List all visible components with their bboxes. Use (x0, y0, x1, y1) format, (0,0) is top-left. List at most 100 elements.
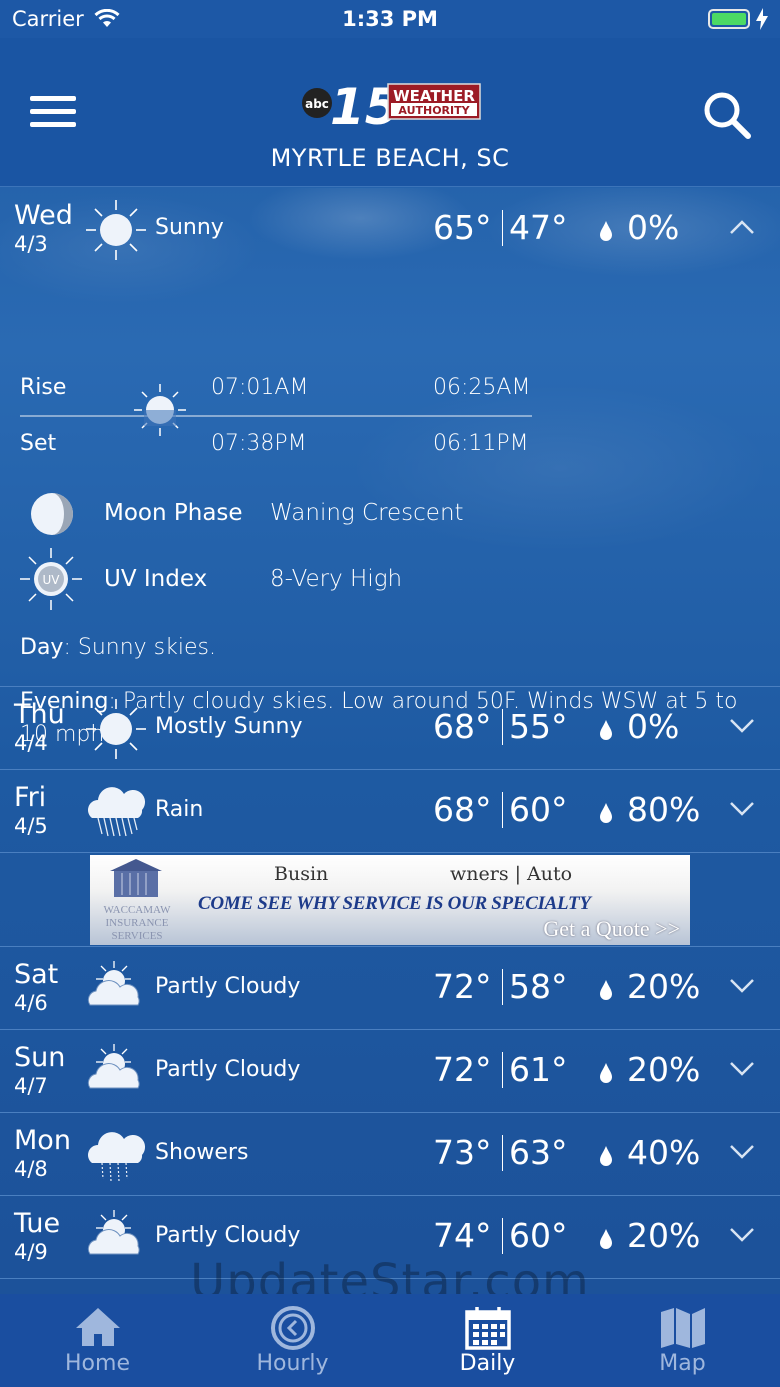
temperature-range: 68° 55° (433, 707, 568, 746)
search-icon[interactable] (702, 90, 752, 140)
abc15-weather-authority-logo: abc 15 WEATHER AUTHORITY (302, 78, 481, 130)
day-date: 4/9 (14, 1240, 48, 1264)
tab-label: Home (65, 1351, 130, 1376)
forecast-row[interactable]: Tue 4/9 Partly Cloudy 74° 60° 20% (0, 1196, 780, 1279)
precipitation-drop-icon (600, 803, 612, 823)
day-date: 4/6 (14, 991, 48, 1015)
ad-get-quote: Get a Quote >> (543, 916, 680, 941)
day-date: 4/3 (14, 232, 48, 256)
tab-label: Map (659, 1351, 706, 1376)
high-temp: 72° (433, 1050, 492, 1089)
charging-icon (756, 8, 768, 30)
condition-label: Partly Cloudy (155, 974, 301, 999)
moon-phase-label: Moon Phase (104, 500, 243, 526)
moon-phase-icon (31, 493, 73, 535)
high-temp: 68° (433, 707, 492, 746)
uv-index-label: UV Index (104, 566, 208, 592)
low-temp: 60° (509, 790, 568, 829)
low-temp: 63° (509, 1133, 568, 1172)
day-date: 4/5 (14, 814, 48, 838)
partly-cloudy-icon (87, 1044, 140, 1089)
ad-top-text-right: wners | Auto (450, 863, 573, 885)
day-date: 4/4 (14, 731, 48, 755)
sun-icon (86, 200, 146, 260)
tab-home[interactable]: Home (0, 1294, 195, 1387)
precipitation-drop-icon (600, 1229, 612, 1249)
precip-percent: 20% (627, 1216, 701, 1255)
insurance-logo-line2: INSURANCE (106, 917, 169, 929)
high-temp: 65° (433, 208, 492, 247)
rise-set-divider (20, 415, 532, 417)
location-title: MYRTLE BEACH, SC (270, 144, 510, 172)
app-header: abc 15 WEATHER AUTHORITY MYRTLE BEACH, S… (0, 38, 780, 187)
wifi-icon (94, 9, 120, 27)
forecast-row[interactable]: Sat 4/6 Partly Cloudy 72° 58° 20% (0, 947, 780, 1030)
moon-phase-value: Waning Crescent (270, 500, 464, 526)
status-time: 1:33 PM (342, 7, 438, 31)
forecast-row[interactable]: Sun 4/7 Partly Cloudy 72° 61° 20% (0, 1030, 780, 1113)
low-temp: 58° (509, 967, 568, 1006)
day-name: Thu (14, 699, 65, 730)
chevron-up-icon[interactable] (728, 218, 756, 236)
condition-label: Partly Cloudy (155, 1223, 301, 1248)
day-name: Wed (14, 200, 73, 231)
moonset-time: 06:11PM (433, 431, 529, 456)
precip-percent: 20% (627, 1050, 701, 1089)
tab-label: Hourly (256, 1351, 329, 1376)
sunrise-time: 07:01AM (211, 375, 309, 400)
insurance-logo-line3: SERVICES (111, 930, 162, 941)
status-bar: Carrier 1:33 PM (0, 0, 780, 38)
forecast-row-expanded[interactable]: Wed 4/3 Sunny 65° 47° 0% (0, 188, 780, 270)
logo-brand-line2: AUTHORITY (398, 104, 470, 117)
precipitation-drop-icon (600, 1146, 612, 1166)
forecast-row[interactable]: Mon 4/8 Showers 73° 63° 40% (0, 1113, 780, 1196)
ad-top-text-left: Busin (274, 863, 329, 885)
day-detail-panel: Rise Set 07:01AM 07:38PM 06:25AM 06:11PM… (0, 270, 780, 747)
chevron-down-icon[interactable] (728, 1060, 756, 1078)
chevron-down-icon[interactable] (728, 1226, 756, 1244)
high-temp: 73° (433, 1133, 492, 1172)
temperature-range: 68° 60° (433, 790, 568, 829)
tab-daily[interactable]: Daily (390, 1294, 585, 1387)
bottom-tab-bar: Home Hourly Daily Map (0, 1294, 780, 1387)
high-temp: 68° (433, 790, 492, 829)
partly-cloudy-icon (87, 1210, 140, 1255)
chevron-down-icon[interactable] (728, 1143, 756, 1161)
temperature-range: 72° 58° (433, 967, 568, 1006)
condition-label: Partly Cloudy (155, 1057, 301, 1082)
clock-icon (270, 1306, 315, 1350)
rise-label: Rise (20, 375, 67, 400)
temperature-range: 65° 47° (433, 208, 568, 247)
chevron-down-icon[interactable] (728, 977, 756, 995)
precipitation-drop-icon (600, 221, 612, 241)
insurance-logo: WACCAMAW INSURANCE SERVICES (104, 859, 172, 941)
forecast-row[interactable]: Thu 4/4 Mostly Sunny 68° 55° 0% (0, 687, 780, 770)
condition-label: Sunny (155, 215, 224, 240)
insurance-ad-banner[interactable]: WACCAMAW INSURANCE SERVICES Busin wners … (90, 855, 690, 945)
precip-percent: 40% (627, 1133, 701, 1172)
day-name: Fri (14, 782, 47, 813)
set-label: Set (20, 431, 57, 456)
moonrise-time: 06:25AM (433, 375, 531, 400)
sunset-time: 07:38PM (211, 431, 307, 456)
condition-label: Rain (155, 797, 204, 822)
day-summary: Day: Sunny skies. (20, 631, 760, 664)
forecast-row[interactable]: Fri 4/5 Rain 68° 60° 80% (0, 770, 780, 853)
high-temp: 74° (433, 1216, 492, 1255)
chevron-down-icon[interactable] (728, 800, 756, 818)
day-name: Sun (14, 1042, 66, 1073)
map-icon (660, 1308, 705, 1348)
uv-index-icon: UV (20, 548, 82, 610)
temperature-range: 72° 61° (433, 1050, 568, 1089)
calendar-icon (464, 1307, 511, 1350)
insurance-logo-line1: WACCAMAW (104, 904, 172, 916)
precip-percent: 80% (627, 790, 701, 829)
tab-hourly[interactable]: Hourly (195, 1294, 390, 1387)
precip-percent: 0% (627, 208, 680, 247)
day-name: Tue (14, 1208, 61, 1239)
tab-map[interactable]: Map (585, 1294, 780, 1387)
chevron-down-icon[interactable] (728, 717, 756, 735)
temperature-range: 73° 63° (433, 1133, 568, 1172)
hamburger-menu-icon[interactable] (30, 96, 76, 128)
low-temp: 47° (509, 208, 568, 247)
